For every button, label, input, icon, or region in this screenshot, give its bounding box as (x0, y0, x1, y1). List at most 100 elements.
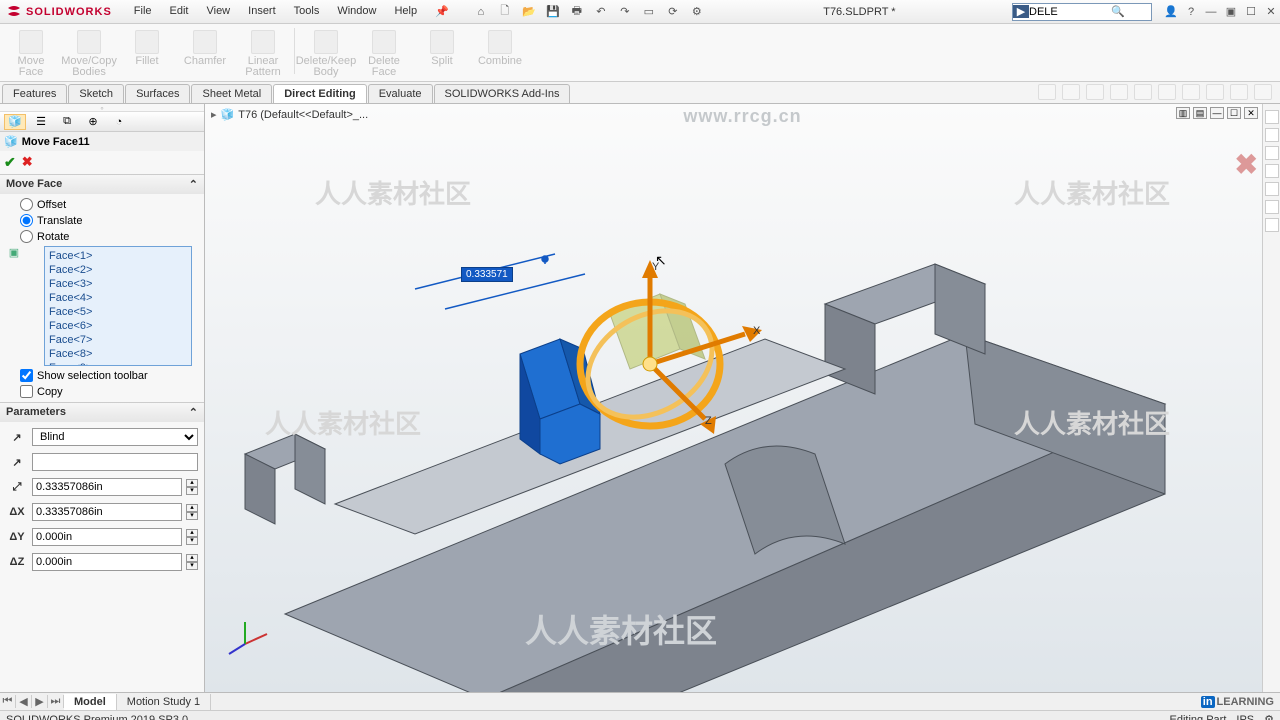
dx-input[interactable] (32, 503, 182, 521)
tab-surfaces[interactable]: Surfaces (125, 84, 190, 103)
tab-direct-editing[interactable]: Direct Editing (273, 84, 367, 103)
taskpane-home-icon[interactable] (1265, 110, 1279, 124)
move-face-group-header[interactable]: Move Face ⌃ (0, 175, 204, 194)
accept-button[interactable]: ✔ (4, 154, 16, 171)
taskpane-custom-props-icon[interactable] (1265, 218, 1279, 232)
config-tab-icon[interactable]: ⧉ (56, 114, 78, 130)
taskpane-file-explorer-icon[interactable] (1265, 164, 1279, 178)
maximize-icon[interactable]: ☐ (1242, 3, 1260, 21)
tab-sketch[interactable]: Sketch (68, 84, 124, 103)
view-orient-icon[interactable] (1134, 84, 1152, 100)
copy-checkbox[interactable]: Copy (20, 385, 198, 398)
distance-spinner[interactable]: ▴▾ (186, 479, 198, 495)
taskpane-design-lib-icon[interactable] (1265, 146, 1279, 160)
login-icon[interactable]: 👤 (1162, 3, 1180, 21)
rebuild-icon[interactable]: ⟳ (663, 3, 683, 21)
view-settings-icon[interactable] (1254, 84, 1272, 100)
tab-prev-icon[interactable]: ◀ (16, 695, 32, 708)
new-icon[interactable]: 🗋 (495, 3, 515, 21)
dx-spinner[interactable]: ▴▾ (186, 504, 198, 520)
help-icon[interactable]: ? (1182, 3, 1200, 21)
tab-last-icon[interactable]: ⏭ (48, 695, 64, 708)
bottom-tab-motion[interactable]: Motion Study 1 (117, 694, 211, 710)
menu-insert[interactable]: Insert (240, 1, 284, 22)
radio-rotate[interactable]: Rotate (20, 230, 198, 243)
main-menu: File Edit View Insert Tools Window Help … (126, 1, 457, 22)
tab-features[interactable]: Features (2, 84, 67, 103)
panel-resize-handle[interactable]: ∘ (0, 104, 204, 112)
collapse-icon[interactable]: ⌃ (189, 178, 198, 191)
face-item[interactable]: Face<5> (47, 305, 189, 319)
undo-icon[interactable]: ↶ (591, 3, 611, 21)
dimxpert-tab-icon[interactable]: ⊕ (82, 114, 104, 130)
face-item[interactable]: Face<1> (47, 249, 189, 263)
tab-next-icon[interactable]: ▶ (32, 695, 48, 708)
dimension-input[interactable]: 0.333571 (461, 267, 513, 282)
menu-tools[interactable]: Tools (286, 1, 328, 22)
appearance-icon[interactable] (1206, 84, 1224, 100)
collapse-icon[interactable]: ⌃ (189, 406, 198, 419)
cancel-button[interactable]: ✖ (22, 154, 33, 171)
menu-window[interactable]: Window (329, 1, 384, 22)
tab-sheet-metal[interactable]: Sheet Metal (191, 84, 272, 103)
menu-view[interactable]: View (198, 1, 238, 22)
minimize-icon[interactable]: — (1202, 3, 1220, 21)
dz-input[interactable] (32, 553, 182, 571)
dy-input[interactable] (32, 528, 182, 546)
search-input[interactable] (1029, 6, 1109, 18)
taskpane-appearances-icon[interactable] (1265, 200, 1279, 214)
face-item[interactable]: Face<7> (47, 333, 189, 347)
face-item[interactable]: Face<4> (47, 291, 189, 305)
command-search[interactable]: ▶ 🔍 (1012, 3, 1152, 21)
tab-first-icon[interactable]: ⏮ (0, 695, 16, 708)
end-condition-select[interactable]: Blind (32, 428, 198, 446)
face-item[interactable]: Face<8> (47, 347, 189, 361)
home-icon[interactable]: ⌂ (471, 3, 491, 21)
prev-view-icon[interactable] (1086, 84, 1104, 100)
select-icon[interactable]: ▭ (639, 3, 659, 21)
section-view-icon[interactable] (1110, 84, 1128, 100)
face-item[interactable]: Face<3> (47, 277, 189, 291)
dz-spinner[interactable]: ▴▾ (186, 554, 198, 570)
display-tab-icon[interactable]: ◔ (108, 114, 130, 130)
open-icon[interactable]: 📂 (519, 3, 539, 21)
face-item[interactable]: Face<6> (47, 319, 189, 333)
dy-spinner[interactable]: ▴▾ (186, 529, 198, 545)
redo-icon[interactable]: ↷ (615, 3, 635, 21)
tab-evaluate[interactable]: Evaluate (368, 84, 433, 103)
faces-selection-list[interactable]: Face<1> Face<2> Face<3> Face<4> Face<5> … (44, 246, 192, 366)
hide-show-icon[interactable] (1182, 84, 1200, 100)
status-gear-icon[interactable]: ⚙ (1264, 713, 1274, 720)
status-units[interactable]: IPS (1236, 714, 1254, 720)
direction-ref-input[interactable] (32, 453, 198, 471)
close-icon[interactable]: ✕ (1262, 3, 1280, 21)
menu-file[interactable]: File (126, 1, 160, 22)
taskpane-view-palette-icon[interactable] (1265, 182, 1279, 196)
menu-edit[interactable]: Edit (162, 1, 197, 22)
zoom-area-icon[interactable] (1062, 84, 1080, 100)
graphics-viewport[interactable]: ▸ 🧊 T76 (Default<<Default>_... www.rrcg.… (205, 104, 1280, 692)
tab-addins[interactable]: SOLIDWORKS Add-Ins (434, 84, 571, 103)
scene-icon[interactable] (1230, 84, 1248, 100)
parameters-group-header[interactable]: Parameters ⌃ (0, 403, 204, 422)
radio-offset[interactable]: Offset (20, 198, 198, 211)
restore-icon[interactable]: ▣ (1222, 3, 1240, 21)
face-item[interactable]: Face<2> (47, 263, 189, 277)
options-icon[interactable]: ⚙ (687, 3, 707, 21)
distance-input[interactable] (32, 478, 182, 496)
search-icon[interactable]: 🔍 (1109, 5, 1127, 18)
taskpane-resources-icon[interactable] (1265, 128, 1279, 142)
save-icon[interactable]: 💾 (543, 3, 563, 21)
heads-up-toolbar (1038, 84, 1272, 100)
feature-tree-tab-icon[interactable]: 🧊 (4, 114, 26, 130)
property-tab-icon[interactable]: ☰ (30, 114, 52, 130)
display-style-icon[interactable] (1158, 84, 1176, 100)
menu-help[interactable]: Help (386, 1, 425, 22)
face-item[interactable]: Face<9> (47, 361, 189, 366)
menu-pin-icon[interactable]: 📌 (427, 1, 457, 22)
print-icon[interactable]: 🖶 (567, 3, 587, 21)
bottom-tab-model[interactable]: Model (64, 694, 117, 710)
show-selection-toolbar-checkbox[interactable]: Show selection toolbar (20, 369, 198, 382)
zoom-fit-icon[interactable] (1038, 84, 1056, 100)
radio-translate[interactable]: Translate (20, 214, 198, 227)
